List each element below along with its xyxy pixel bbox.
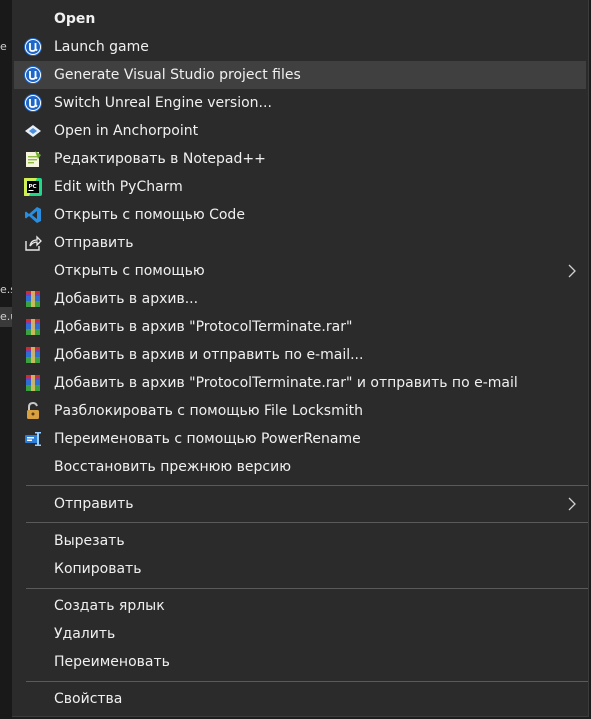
menu-item-delete[interactable]: Удалить (14, 620, 586, 648)
background-text-fragment: e.u (0, 310, 12, 323)
menu-item-restore-previous[interactable]: Восстановить прежнюю версию (14, 453, 586, 481)
menu-item-label: Редактировать в Notepad++ (54, 151, 266, 167)
anchorpoint-icon (23, 121, 43, 141)
menu-item-label: Launch game (54, 39, 149, 55)
menu-item-switch-ue-version[interactable]: Switch Unreal Engine version... (14, 89, 586, 117)
menu-item-edit-pycharm[interactable]: PC Edit with PyCharm (14, 173, 586, 201)
menu-item-open[interactable]: Open (14, 5, 586, 33)
menu-item-label: Добавить в архив и отправить по e-mail..… (54, 347, 364, 363)
menu-item-label: Edit with PyCharm (54, 179, 183, 195)
menu-item-unlock-locksmith[interactable]: Разблокировать с помощью File Locksmith (14, 397, 586, 425)
menu-item-label: Open (54, 11, 96, 27)
menu-item-add-archive-named-email[interactable]: Добавить в архив "ProtocolTerminate.rar"… (14, 369, 586, 397)
menu-item-open-anchorpoint[interactable]: Open in Anchorpoint (14, 117, 586, 145)
chevron-right-icon (566, 263, 578, 279)
unreal-engine-icon (23, 93, 43, 113)
chevron-right-icon (566, 496, 578, 512)
menu-item-cut[interactable]: Вырезать (14, 527, 586, 555)
menu-item-label: Разблокировать с помощью File Locksmith (54, 403, 363, 419)
menu-item-label: Переименовать (54, 654, 170, 670)
menu-item-label: Generate Visual Studio project files (54, 67, 301, 83)
unreal-engine-icon (23, 37, 43, 57)
menu-item-launch-game[interactable]: Launch game (14, 33, 586, 61)
menu-item-power-rename[interactable]: Переименовать с помощью PowerRename (14, 425, 586, 453)
menu-item-label: Open in Anchorpoint (54, 123, 199, 139)
context-menu: Open Launch game Generate Visual Studio … (12, 0, 589, 717)
menu-separator (26, 522, 588, 523)
menu-item-label: Отправить (54, 235, 134, 251)
menu-item-label: Switch Unreal Engine version... (54, 95, 272, 111)
menu-item-label: Добавить в архив... (54, 291, 199, 307)
menu-separator (26, 485, 588, 486)
menu-item-label: Добавить в архив "ProtocolTerminate.rar" (54, 319, 353, 335)
winrar-icon (23, 317, 43, 337)
menu-item-rename[interactable]: Переименовать (14, 648, 586, 676)
svg-text:PC: PC (29, 184, 37, 190)
menu-item-share[interactable]: Отправить (14, 229, 586, 257)
menu-item-create-shortcut[interactable]: Создать ярлык (14, 592, 586, 620)
pycharm-icon: PC (23, 177, 43, 197)
share-icon (23, 233, 43, 253)
menu-item-send-to[interactable]: Отправить (14, 490, 586, 518)
unreal-engine-icon (23, 65, 43, 85)
menu-item-add-archive-email[interactable]: Добавить в архив и отправить по e-mail..… (14, 341, 586, 369)
menu-item-label: Свойства (54, 691, 123, 707)
background-text-fragment: e.s (0, 283, 12, 296)
vscode-icon (23, 205, 43, 225)
notepad-plus-plus-icon (23, 149, 43, 169)
menu-item-properties[interactable]: Свойства (14, 685, 586, 713)
menu-item-label: Открыть с помощью Code (54, 207, 245, 223)
menu-item-label: Восстановить прежнюю версию (54, 459, 291, 475)
winrar-icon (23, 289, 43, 309)
winrar-icon (23, 345, 43, 365)
winrar-icon (23, 373, 43, 393)
menu-item-open-with[interactable]: Открыть с помощью (14, 257, 586, 285)
menu-item-edit-notepadpp[interactable]: Редактировать в Notepad++ (14, 145, 586, 173)
menu-item-label: Добавить в архив "ProtocolTerminate.rar"… (54, 375, 518, 391)
menu-item-open-code[interactable]: Открыть с помощью Code (14, 201, 586, 229)
menu-item-label: Переименовать с помощью PowerRename (54, 431, 361, 447)
menu-item-copy[interactable]: Копировать (14, 555, 586, 583)
menu-item-label: Копировать (54, 561, 142, 577)
background-text-fragment: e (0, 40, 7, 53)
menu-item-label: Удалить (54, 626, 116, 642)
menu-item-label: Открыть с помощью (54, 263, 205, 279)
menu-separator (26, 588, 588, 589)
lock-icon (23, 401, 43, 421)
menu-item-add-archive-named[interactable]: Добавить в архив "ProtocolTerminate.rar" (14, 313, 586, 341)
menu-item-label: Отправить (54, 496, 134, 512)
powerrename-icon (23, 429, 43, 449)
menu-separator (26, 681, 588, 682)
menu-item-generate-vs-project[interactable]: Generate Visual Studio project files (14, 61, 586, 89)
menu-item-add-archive[interactable]: Добавить в архив... (14, 285, 586, 313)
background-window-strip (0, 0, 12, 719)
menu-item-label: Создать ярлык (54, 598, 165, 614)
menu-item-label: Вырезать (54, 533, 125, 549)
